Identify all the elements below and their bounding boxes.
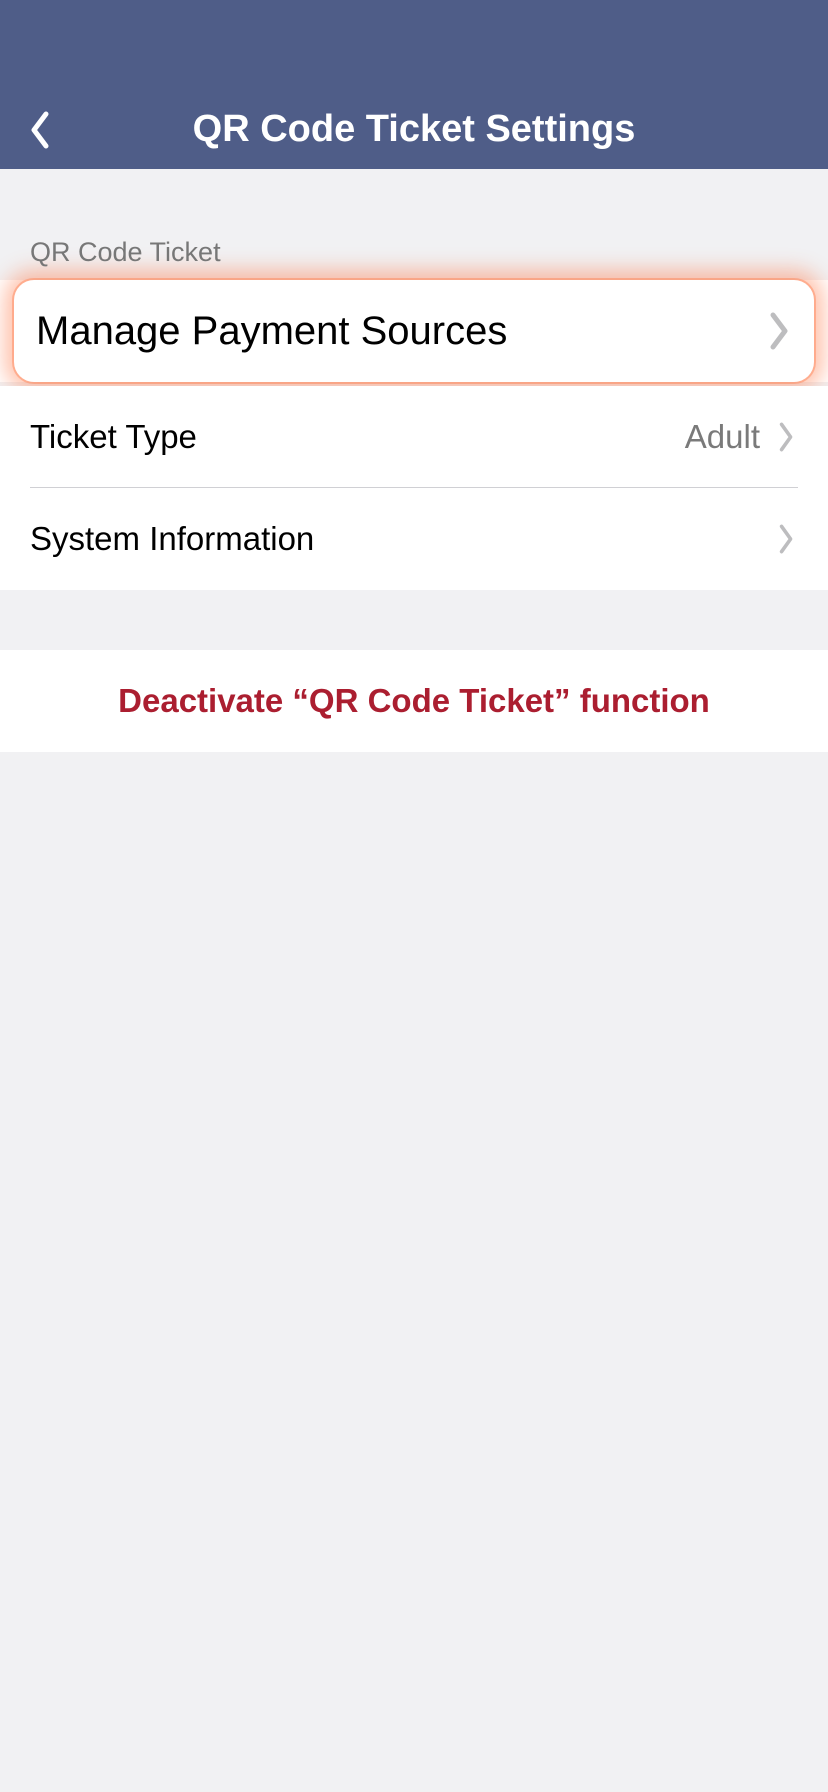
settings-list: Ticket Type Adult System Information xyxy=(0,386,828,590)
manage-payment-sources-label: Manage Payment Sources xyxy=(36,309,766,354)
section-gap xyxy=(0,590,828,650)
ticket-type-value: Adult xyxy=(685,418,760,456)
deactivate-button[interactable]: Deactivate “QR Code Ticket” function xyxy=(0,650,828,752)
system-information-row[interactable]: System Information xyxy=(0,488,828,590)
manage-payment-sources-card: Manage Payment Sources xyxy=(14,280,814,382)
manage-payment-sources-row[interactable]: Manage Payment Sources xyxy=(14,280,814,382)
ticket-type-row[interactable]: Ticket Type Adult xyxy=(0,386,828,488)
highlighted-row-container: Manage Payment Sources xyxy=(0,280,828,382)
system-information-label: System Information xyxy=(30,520,776,558)
chevron-right-icon xyxy=(776,419,798,455)
deactivate-label: Deactivate “QR Code Ticket” function xyxy=(118,682,710,720)
section-header: QR Code Ticket xyxy=(0,169,828,280)
header-bar: QR Code Ticket Settings xyxy=(0,0,828,169)
chevron-right-icon xyxy=(766,311,792,351)
page-title: QR Code Ticket Settings xyxy=(0,108,828,151)
ticket-type-label: Ticket Type xyxy=(30,418,685,456)
chevron-right-icon xyxy=(776,521,798,557)
